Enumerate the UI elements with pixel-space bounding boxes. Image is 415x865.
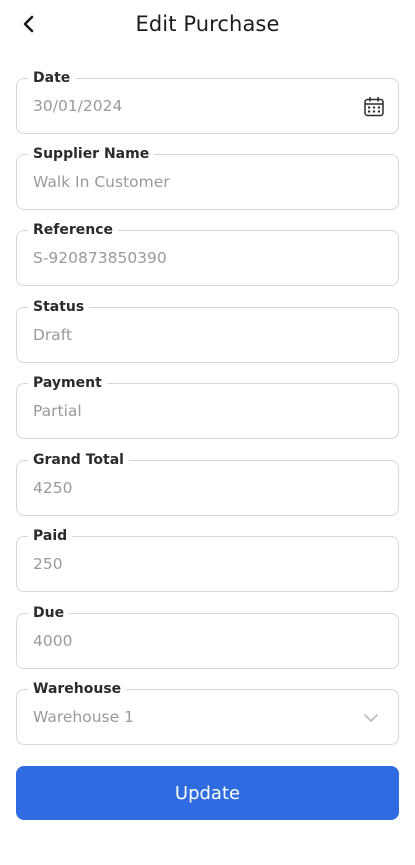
paid-label: Paid bbox=[28, 526, 73, 546]
due-label: Due bbox=[28, 603, 70, 623]
paid-field[interactable]: Paid 250 bbox=[16, 526, 399, 592]
date-field[interactable]: Date 30/01/2024 bbox=[16, 68, 399, 134]
due-value[interactable]: 4000 bbox=[33, 631, 353, 651]
chevron-down-icon[interactable] bbox=[360, 707, 382, 729]
supplier-name-field[interactable]: Supplier Name Walk In Customer bbox=[16, 144, 399, 210]
status-field[interactable]: Status Draft bbox=[16, 297, 399, 363]
payment-field[interactable]: Payment Partial bbox=[16, 373, 399, 439]
reference-value[interactable]: S-920873850390 bbox=[33, 248, 353, 268]
warehouse-value[interactable]: Warehouse 1 bbox=[33, 707, 353, 727]
app-header: Edit Purchase bbox=[0, 0, 415, 52]
warehouse-label: Warehouse bbox=[28, 679, 127, 699]
date-label: Date bbox=[28, 68, 76, 88]
payment-value[interactable]: Partial bbox=[33, 401, 353, 421]
edit-purchase-screen: Edit Purchase Date 30/01/2024 Supplier N… bbox=[0, 0, 415, 865]
supplier-name-label: Supplier Name bbox=[28, 144, 155, 164]
supplier-name-value[interactable]: Walk In Customer bbox=[33, 172, 353, 192]
warehouse-select[interactable]: Warehouse Warehouse 1 bbox=[16, 679, 399, 745]
date-value[interactable]: 30/01/2024 bbox=[33, 96, 353, 116]
page-title: Edit Purchase bbox=[135, 12, 280, 36]
grand-total-label: Grand Total bbox=[28, 450, 129, 470]
due-field[interactable]: Due 4000 bbox=[16, 603, 399, 669]
grand-total-value[interactable]: 4250 bbox=[33, 478, 353, 498]
calendar-icon[interactable] bbox=[363, 96, 385, 118]
reference-field[interactable]: Reference S-920873850390 bbox=[16, 220, 399, 286]
update-button[interactable]: Update bbox=[16, 766, 399, 820]
payment-label: Payment bbox=[28, 373, 107, 393]
reference-label: Reference bbox=[28, 220, 119, 240]
grand-total-field[interactable]: Grand Total 4250 bbox=[16, 450, 399, 516]
status-label: Status bbox=[28, 297, 90, 317]
status-value[interactable]: Draft bbox=[33, 325, 353, 345]
paid-value[interactable]: 250 bbox=[33, 554, 353, 574]
